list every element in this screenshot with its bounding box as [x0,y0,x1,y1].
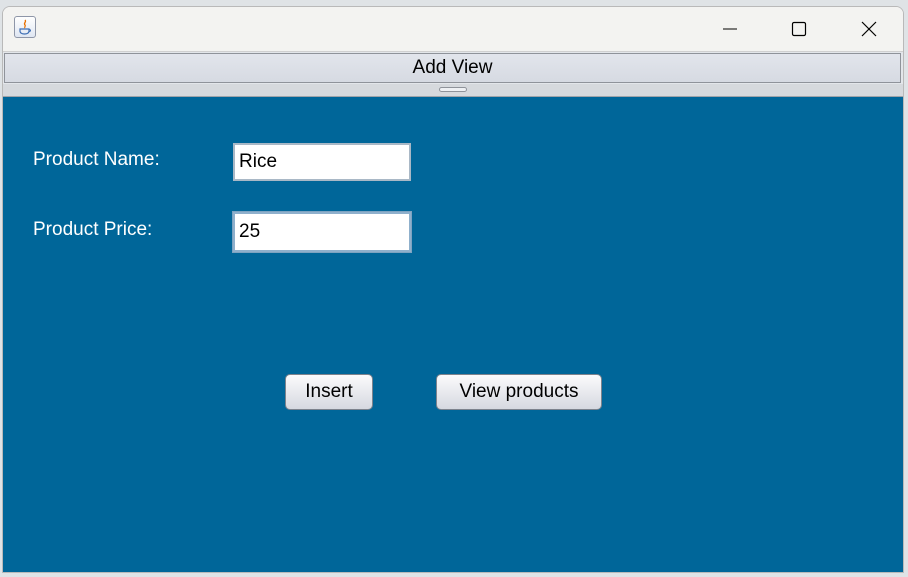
split-divider[interactable] [3,84,903,97]
close-icon [861,21,877,37]
divider-grip[interactable] [439,87,467,92]
maximize-button[interactable] [767,7,831,51]
title-bar[interactable] [3,7,903,51]
view-products-button[interactable]: View products [436,374,602,410]
product-price-label: Product Price: [33,219,153,240]
close-button[interactable] [837,7,901,51]
tab-strip: Add View [3,51,903,84]
tab-add-view[interactable]: Add View [4,53,901,83]
maximize-icon [791,21,807,37]
minimize-icon [723,28,737,30]
form-panel: Product Name: Product Price: Insert View… [3,97,903,572]
java-icon[interactable] [14,16,36,38]
minimize-button[interactable] [698,7,762,51]
product-name-label: Product Name: [33,149,160,170]
insert-button[interactable]: Insert [285,374,373,410]
product-price-input[interactable] [233,212,411,252]
product-name-input[interactable] [233,143,411,181]
app-window: Add View Product Name: Product Price: In… [2,6,904,573]
